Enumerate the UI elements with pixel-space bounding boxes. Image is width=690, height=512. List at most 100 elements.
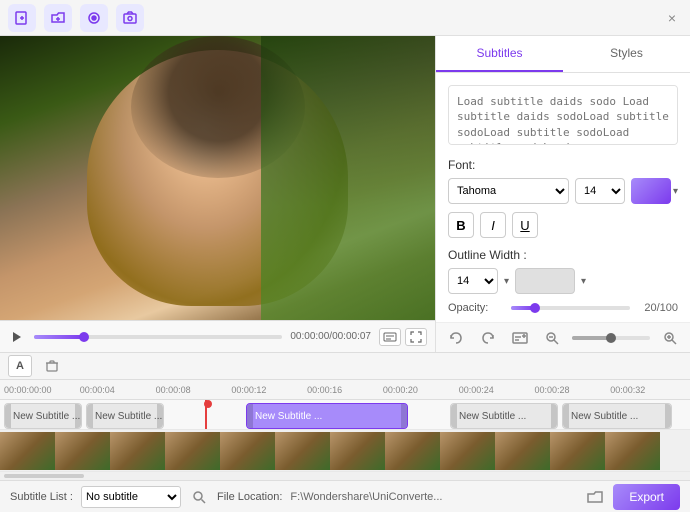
close-button[interactable]: × bbox=[662, 8, 682, 28]
play-button[interactable] bbox=[8, 328, 26, 346]
screen-record-icon[interactable] bbox=[80, 4, 108, 32]
main-content: 00:00:00/00:00:07 bbox=[0, 36, 690, 352]
panel-content: Font: Tahoma 14 ▾ B I U bbox=[436, 73, 690, 322]
tab-subtitles[interactable]: Subtitles bbox=[436, 36, 563, 72]
add-folder-icon[interactable] bbox=[44, 4, 72, 32]
opacity-label: Opacity: bbox=[448, 302, 503, 314]
redo-button[interactable] bbox=[476, 326, 500, 350]
photo-thumb-8 bbox=[385, 432, 440, 470]
clip-1-left-handle[interactable] bbox=[5, 404, 11, 428]
outline-color-dropdown-arrow[interactable]: ▾ bbox=[581, 276, 586, 287]
photo-track bbox=[0, 430, 690, 472]
browse-folder-button[interactable] bbox=[585, 487, 605, 507]
clip-4-left-handle[interactable] bbox=[451, 404, 457, 428]
subtitle-toggle-icon[interactable] bbox=[379, 328, 401, 346]
subtitle-list-select[interactable]: No subtitle bbox=[81, 486, 181, 508]
photo-thumb-1 bbox=[0, 432, 55, 470]
undo-button[interactable] bbox=[444, 326, 468, 350]
video-panel: 00:00:00/00:00:07 bbox=[0, 36, 435, 352]
panel-tabs: Subtitles Styles bbox=[436, 36, 690, 73]
control-icons bbox=[379, 328, 427, 346]
clip-5-left-handle[interactable] bbox=[563, 404, 569, 428]
timeline-toolbar: A bbox=[0, 352, 690, 380]
subtitle-list-label: Subtitle List : bbox=[10, 491, 73, 503]
opacity-slider[interactable] bbox=[511, 306, 630, 310]
time-mark-0: 00:00:00:00 bbox=[4, 385, 80, 395]
time-mark-6: 00:00:24 bbox=[459, 385, 535, 395]
timeline-section: A 00:00:00:00 00:00:04 00:00:08 00:00:12… bbox=[0, 352, 690, 480]
photo-thumb-4 bbox=[165, 432, 220, 470]
font-label: Font: bbox=[448, 158, 678, 172]
progress-bar[interactable] bbox=[34, 335, 282, 339]
zoom-slider[interactable] bbox=[572, 336, 650, 340]
clip-3-left-handle[interactable] bbox=[247, 404, 253, 428]
photo-thumb-3 bbox=[110, 432, 165, 470]
subtitle-add-icon[interactable] bbox=[508, 326, 532, 350]
video-controls: 00:00:00/00:00:07 bbox=[0, 320, 435, 352]
photo-thumb-10 bbox=[495, 432, 550, 470]
capture-icon[interactable] bbox=[116, 4, 144, 32]
delete-clip-icon[interactable] bbox=[40, 355, 64, 377]
tab-styles[interactable]: Styles bbox=[563, 36, 690, 72]
font-color-button[interactable] bbox=[631, 178, 671, 204]
app-window: × bbox=[0, 0, 690, 512]
italic-button[interactable]: I bbox=[480, 212, 506, 238]
right-panel-toolbar bbox=[436, 322, 690, 352]
title-bar-icons bbox=[8, 4, 144, 32]
timeline-scroll-thumb[interactable] bbox=[4, 474, 84, 478]
subtitle-clip-5[interactable]: New Subtitle ... bbox=[562, 403, 672, 429]
time-mark-1: 00:00:04 bbox=[80, 385, 156, 395]
bottom-bar: Subtitle List : No subtitle File Locatio… bbox=[0, 480, 690, 512]
progress-thumb bbox=[79, 332, 89, 342]
clip-3-right-handle[interactable] bbox=[401, 404, 407, 428]
outline-width-select[interactable]: 14 bbox=[448, 268, 498, 294]
outline-label: Outline Width : bbox=[448, 248, 678, 262]
opacity-value: 20/100 bbox=[638, 302, 678, 314]
opacity-thumb bbox=[530, 303, 540, 313]
font-size-select[interactable]: 14 bbox=[575, 178, 625, 204]
zoom-in-icon[interactable] bbox=[658, 326, 682, 350]
time-mark-2: 00:00:08 bbox=[156, 385, 232, 395]
file-path: F:\Wondershare\UniConverte... bbox=[290, 491, 577, 503]
time-mark-7: 00:00:28 bbox=[534, 385, 610, 395]
subtitle-clip-2[interactable]: New Subtitle ... bbox=[86, 403, 164, 429]
subtitle-clips-track: New Subtitle ... New Subtitle ... New Su… bbox=[0, 400, 690, 430]
zoom-thumb bbox=[606, 333, 616, 343]
playhead-marker bbox=[204, 400, 212, 408]
photo-thumb-9 bbox=[440, 432, 495, 470]
underline-button[interactable]: U bbox=[512, 212, 538, 238]
photo-thumb-6 bbox=[275, 432, 330, 470]
fullscreen-icon[interactable] bbox=[405, 328, 427, 346]
clip-4-right-handle[interactable] bbox=[551, 404, 557, 428]
opacity-row: Opacity: 20/100 bbox=[448, 302, 678, 314]
progress-fill bbox=[34, 335, 84, 339]
outline-dropdown-arrow[interactable]: ▾ bbox=[504, 276, 509, 287]
timeline-ruler: 00:00:00:00 00:00:04 00:00:08 00:00:12 0… bbox=[0, 380, 690, 400]
clip-1-right-handle[interactable] bbox=[75, 404, 81, 428]
subtitle-clip-1[interactable]: New Subtitle ... bbox=[4, 403, 82, 429]
color-dropdown-arrow[interactable]: ▾ bbox=[673, 186, 678, 197]
timeline-scrollbar[interactable] bbox=[0, 472, 690, 480]
font-family-select[interactable]: Tahoma bbox=[448, 178, 569, 204]
clip-2-right-handle[interactable] bbox=[157, 404, 163, 428]
subtitle-clip-4[interactable]: New Subtitle ... bbox=[450, 403, 558, 429]
file-location-label: File Location: bbox=[217, 491, 282, 503]
subtitle-textarea[interactable] bbox=[448, 85, 678, 145]
time-mark-8: 00:00:32 bbox=[610, 385, 686, 395]
photo-thumb-12 bbox=[605, 432, 660, 470]
clip-5-right-handle[interactable] bbox=[665, 404, 671, 428]
export-button[interactable]: Export bbox=[613, 484, 680, 510]
subtitle-clip-3[interactable]: New Subtitle ... bbox=[246, 403, 408, 429]
add-file-icon[interactable] bbox=[8, 4, 36, 32]
right-panel: Subtitles Styles Font: Tahoma 14 bbox=[435, 36, 690, 352]
outline-color-button[interactable] bbox=[515, 268, 575, 294]
title-bar: × bbox=[0, 0, 690, 36]
subtitle-text-icon[interactable]: A bbox=[8, 355, 32, 377]
bold-button[interactable]: B bbox=[448, 212, 474, 238]
clip-2-left-handle[interactable] bbox=[87, 404, 93, 428]
time-mark-4: 00:00:16 bbox=[307, 385, 383, 395]
photo-thumb-7 bbox=[330, 432, 385, 470]
photo-thumb-2 bbox=[55, 432, 110, 470]
subtitle-search-button[interactable] bbox=[189, 487, 209, 507]
zoom-out-icon[interactable] bbox=[540, 326, 564, 350]
